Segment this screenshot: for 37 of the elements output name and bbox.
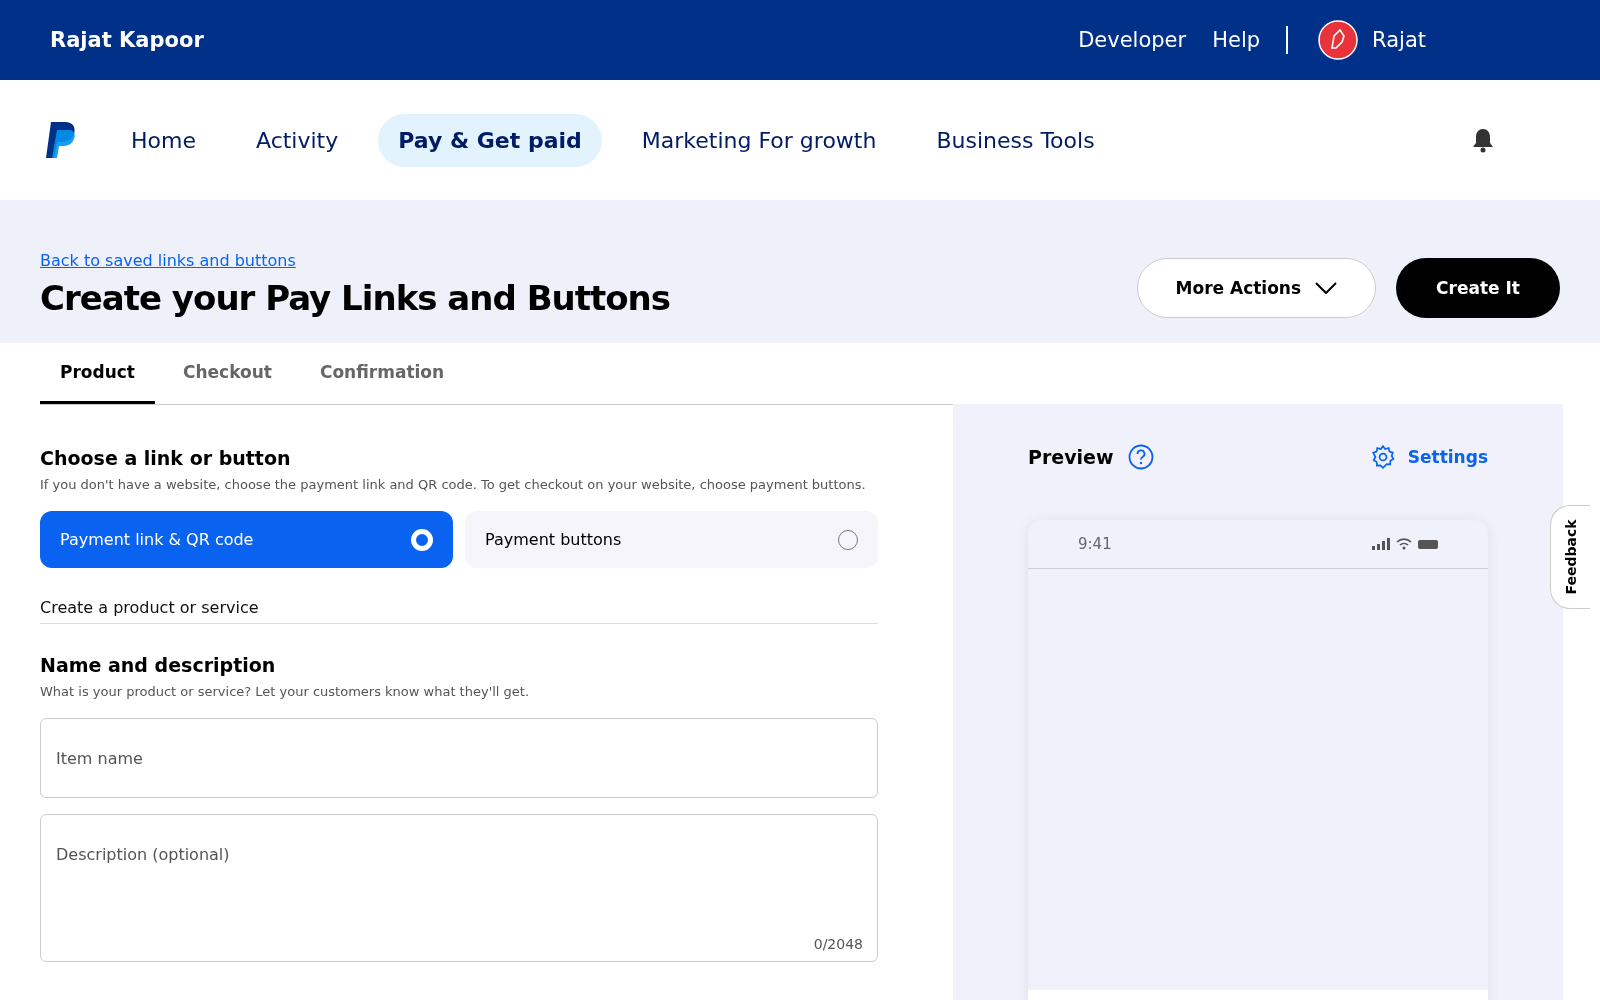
help-icon[interactable] xyxy=(1127,444,1154,470)
top-link[interactable]: Help xyxy=(1212,28,1261,52)
bell-icon[interactable] xyxy=(1471,127,1495,153)
top-link[interactable]: Developer xyxy=(1078,28,1187,52)
nav-item[interactable]: Pay & Get paid xyxy=(378,113,602,167)
section-heading: Name and description xyxy=(40,654,277,676)
battery-icon xyxy=(1418,539,1438,549)
nav-item[interactable]: Home xyxy=(111,113,216,167)
avatar-icon[interactable] xyxy=(1318,20,1359,60)
nav-item[interactable]: Marketing For growth xyxy=(621,113,897,167)
tab[interactable]: Confirmation xyxy=(299,343,465,404)
section-description: If you don't have a website, choose the payment link and QR code. To get checkout on your website, choose payment buttons. xyxy=(40,476,867,494)
create-button[interactable]: Create It xyxy=(1396,258,1560,318)
settings-icon xyxy=(1369,444,1396,470)
account-name: Rajat Kapoor xyxy=(50,28,205,52)
more-actions-button[interactable]: More Actions xyxy=(1136,258,1377,318)
signal-icon xyxy=(1372,538,1390,550)
tab[interactable]: Checkout xyxy=(163,343,292,404)
character-counter: 0/2048 xyxy=(813,936,863,952)
phone-time: 9:41 xyxy=(1078,535,1112,553)
section-description: What is your product or service? Let your customers know what they'll get. xyxy=(40,683,531,701)
page-title: Create your Pay Links and Buttons xyxy=(40,278,672,318)
item-name-field[interactable]: Item name xyxy=(40,718,878,798)
back-link[interactable]: Back to saved links and buttons xyxy=(40,251,296,270)
product-label: Create a product or service xyxy=(40,598,878,624)
option-card[interactable]: Payment link & QR code xyxy=(40,511,453,568)
option-card[interactable]: Payment buttons xyxy=(465,511,878,568)
user-name: Rajat xyxy=(1372,28,1426,52)
section-heading: Choose a link or button xyxy=(40,447,292,469)
settings-link[interactable]: Settings xyxy=(1369,444,1488,470)
tab[interactable]: Product xyxy=(40,343,155,404)
nav-item[interactable]: Business Tools xyxy=(916,113,1115,167)
feedback-tab[interactable]: Feedback xyxy=(1550,505,1590,609)
preview-title: Preview xyxy=(1028,446,1114,468)
chevron-down-icon xyxy=(1315,282,1338,294)
nav-item[interactable]: Activity xyxy=(235,113,359,167)
wifi-icon xyxy=(1396,538,1412,550)
